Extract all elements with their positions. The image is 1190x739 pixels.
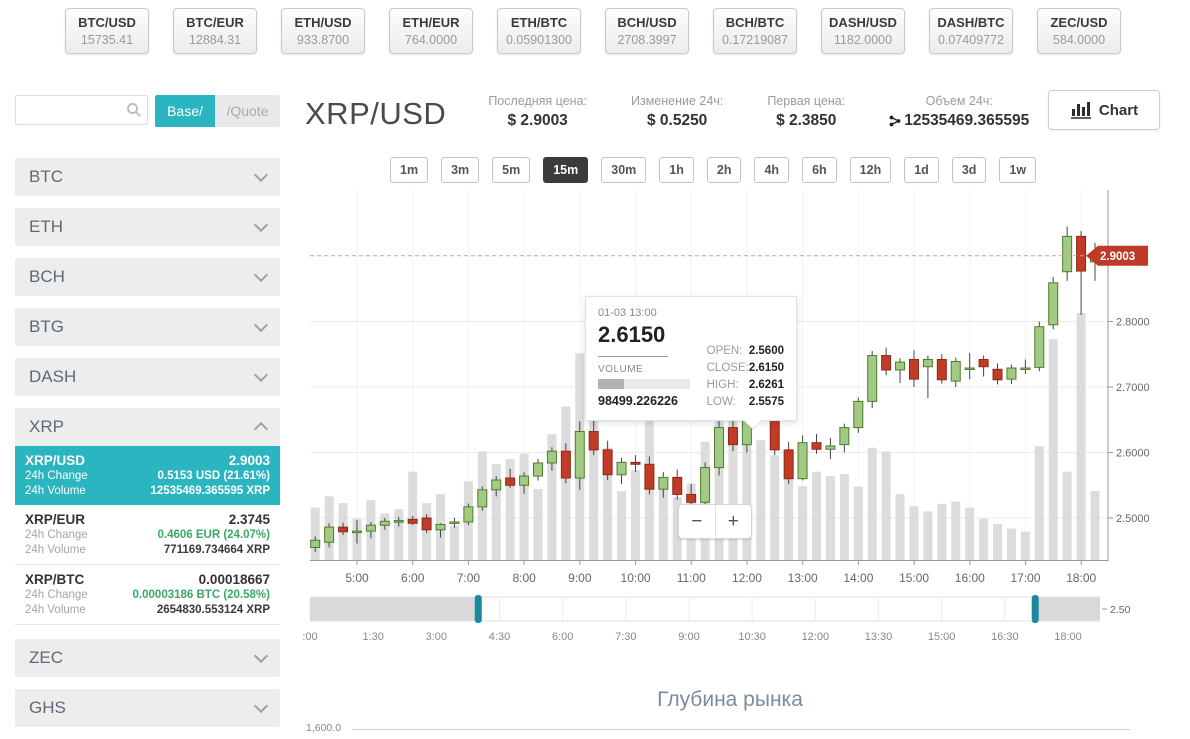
- svg-text:7:00: 7:00: [457, 571, 481, 585]
- nav-handle-left[interactable]: [474, 595, 482, 623]
- zoom-in-button[interactable]: +: [716, 505, 752, 538]
- svg-text:4:30: 4:30: [489, 631, 510, 643]
- tooltip-row-value: 2.6150: [748, 362, 784, 374]
- zoom-out-button[interactable]: −: [679, 505, 715, 538]
- svg-text:6:00: 6:00: [401, 571, 425, 585]
- sidebar-item-ghs[interactable]: GHS: [15, 689, 280, 727]
- svg-text:2.7000: 2.7000: [1116, 382, 1150, 394]
- svg-text:2.5000: 2.5000: [1116, 513, 1150, 525]
- svg-text:18:00: 18:00: [1066, 571, 1096, 585]
- depth-axis-label: 1,600.0: [306, 722, 342, 734]
- tooltip-date: 01-03 13:00: [598, 307, 657, 319]
- svg-text:16:30: 16:30: [991, 631, 1019, 643]
- tooltip-row-value: 2.5600: [748, 345, 784, 357]
- svg-text:10:00: 10:00: [621, 571, 651, 585]
- chevron-down-icon: [253, 698, 269, 714]
- svg-text:7:30: 7:30: [615, 631, 636, 643]
- tooltip-price: 2.6150: [598, 322, 666, 347]
- sidebar-item-label: GHS: [29, 698, 66, 717]
- svg-text:6:00: 6:00: [552, 631, 573, 643]
- tooltip-row-label: OPEN:: [706, 345, 743, 357]
- tooltip-row: OPEN: 2.5600: [707, 345, 784, 357]
- svg-text:9:00: 9:00: [568, 571, 592, 585]
- tooltip-row-value: 2.6261: [748, 379, 784, 391]
- tooltip-volume-value: 98499.226226: [598, 394, 678, 408]
- svg-text:16:00: 16:00: [955, 571, 985, 585]
- candle-tooltip: 01-03 13:00 2.6150 VOLUME 98499.226226 O…: [585, 296, 797, 430]
- svg-text:9:00: 9:00: [678, 631, 699, 643]
- tooltip-row-label: CLOSE:: [706, 362, 749, 374]
- svg-text:11:00: 11:00: [677, 571, 706, 585]
- market-depth-title: Глубина рынка: [657, 688, 803, 711]
- svg-text:1:30: 1:30: [362, 631, 383, 643]
- tooltip-row: CLOSE: 2.6150: [707, 362, 784, 374]
- svg-text:13:30: 13:30: [865, 631, 893, 643]
- svg-text:15:00: 15:00: [928, 631, 956, 643]
- tooltip-row-label: HIGH:: [706, 379, 739, 391]
- svg-text:2.6000: 2.6000: [1116, 448, 1150, 460]
- svg-text:2.50: 2.50: [1110, 604, 1131, 616]
- svg-text:2.8000: 2.8000: [1116, 317, 1150, 329]
- svg-text:12:00: 12:00: [802, 631, 830, 643]
- svg-text:12:00: 12:00: [732, 571, 762, 585]
- svg-text:13:00: 13:00: [788, 571, 818, 585]
- tooltip-row-label: LOW:: [706, 396, 736, 408]
- tooltip-row: HIGH: 2.6261: [707, 379, 784, 391]
- svg-text:5:00: 5:00: [345, 571, 369, 585]
- depth-axis-line: [352, 729, 1130, 730]
- svg-text:18:00: 18:00: [1054, 631, 1082, 643]
- tooltip-ohlc: OPEN: 2.5600 CLOSE: 2.6150 HIGH: 2.6261 LOW: 2.…: [703, 322, 784, 408]
- tooltip-volume-label: VOLUME: [598, 364, 644, 375]
- tooltip-row-value: 2.5575: [748, 396, 784, 408]
- tooltip-volume-bar: [598, 379, 690, 389]
- svg-text:17:00: 17:00: [1011, 571, 1041, 585]
- svg-text:10:30: 10:30: [738, 631, 766, 643]
- svg-text::00: :00: [302, 631, 317, 643]
- zoom-controls: − +: [678, 504, 752, 539]
- svg-text:15:00: 15:00: [899, 571, 929, 585]
- svg-text:14:00: 14:00: [843, 571, 873, 585]
- nav-handle-right[interactable]: [1031, 595, 1039, 623]
- svg-text:2.9003: 2.9003: [1100, 251, 1135, 263]
- tooltip-row: LOW: 2.5575: [707, 396, 784, 408]
- svg-text:3:00: 3:00: [426, 631, 447, 643]
- svg-text:8:00: 8:00: [512, 571, 536, 585]
